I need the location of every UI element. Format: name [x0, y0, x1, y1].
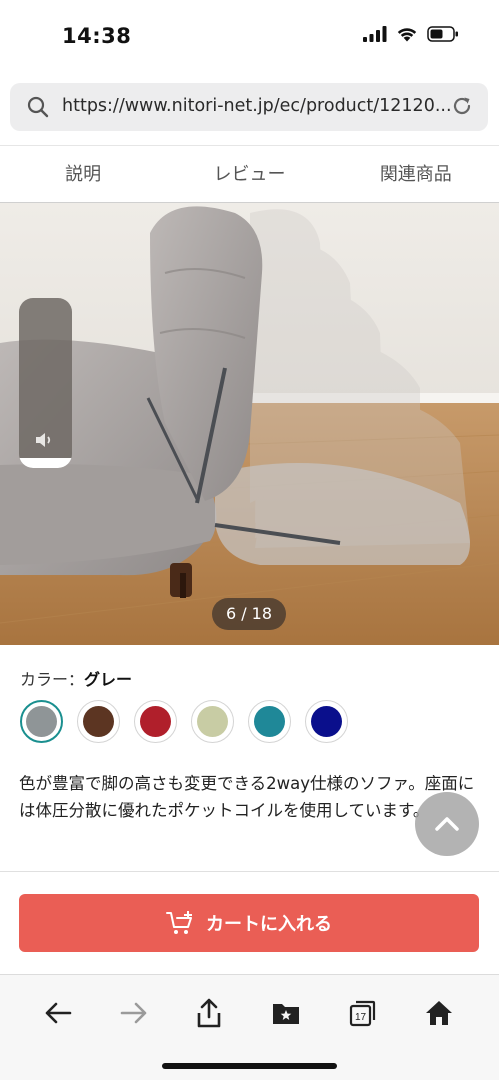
product-description: 色が豊富で脚の高さも変更できる2way仕様のソファ。座面には体圧分散に優れたポケ… — [19, 774, 475, 820]
swatch-dot — [83, 706, 114, 737]
scroll-to-top-button[interactable] — [415, 792, 479, 856]
bookmark-folder-icon — [273, 1004, 299, 1024]
page: { "status_bar": { "time": "14:38" }, "br… — [0, 0, 499, 1080]
add-to-cart-label: カートに入れる — [206, 914, 332, 935]
chevron-up-icon — [435, 817, 459, 831]
tabs-button[interactable]: 17 — [343, 993, 383, 1033]
volume-hud — [19, 298, 72, 468]
swatch-dot — [254, 706, 285, 737]
selected-color-name: グレー — [84, 670, 133, 689]
tab-description[interactable]: 説明 — [0, 146, 166, 202]
sofa-photo — [0, 203, 499, 645]
swatch-dot — [140, 706, 171, 737]
color-swatches — [20, 700, 348, 743]
swatch-teal[interactable] — [248, 700, 291, 743]
divider — [0, 871, 499, 872]
cellular-signal-icon — [363, 26, 387, 42]
bookmarks-button[interactable] — [266, 993, 306, 1033]
cart-add-icon — [166, 911, 192, 934]
swatch-gray[interactable] — [20, 700, 63, 743]
tab-count: 17 — [355, 1012, 367, 1023]
swatch-dot — [311, 706, 342, 737]
home-icon — [426, 1001, 452, 1025]
share-button[interactable] — [189, 993, 229, 1033]
color-label-prefix: カラー： — [20, 670, 85, 689]
status-bar: 14:38 — [0, 0, 499, 75]
status-time: 14:38 — [62, 24, 132, 48]
tab-reviews[interactable]: レビュー — [166, 146, 332, 202]
tab-related-products[interactable]: 関連商品 — [333, 146, 499, 202]
tabs-icon: 17 — [349, 1000, 376, 1027]
image-counter: 6 / 18 — [212, 598, 286, 630]
url-text[interactable]: https://www.nitori-net.jp/ec/product/121… — [62, 96, 454, 116]
home-indicator — [162, 1063, 337, 1069]
reload-icon[interactable] — [450, 94, 474, 118]
back-button[interactable] — [38, 993, 78, 1033]
share-icon — [197, 998, 221, 1028]
search-icon — [27, 96, 49, 118]
forward-button[interactable] — [114, 993, 154, 1033]
swatch-dot — [197, 706, 228, 737]
swatch-dot — [26, 706, 57, 737]
product-tabs: 説明 レビュー 関連商品 — [0, 145, 499, 203]
swatch-sage[interactable] — [191, 700, 234, 743]
add-to-cart-button[interactable]: カートに入れる — [19, 894, 479, 952]
arrow-right-icon — [120, 1002, 147, 1024]
swatch-brown[interactable] — [77, 700, 120, 743]
speaker-icon — [36, 433, 51, 447]
color-label: カラー：グレー — [20, 666, 132, 690]
swatch-navy[interactable] — [305, 700, 348, 743]
url-bar[interactable]: https://www.nitori-net.jp/ec/product/121… — [10, 83, 488, 131]
wifi-icon — [397, 28, 417, 42]
home-button[interactable] — [419, 993, 459, 1033]
volume-level — [19, 457, 72, 468]
status-icons — [363, 26, 459, 42]
arrow-left-icon — [45, 1002, 72, 1024]
battery-icon — [427, 26, 458, 42]
swatch-red[interactable] — [134, 700, 177, 743]
product-image[interactable] — [0, 203, 499, 645]
